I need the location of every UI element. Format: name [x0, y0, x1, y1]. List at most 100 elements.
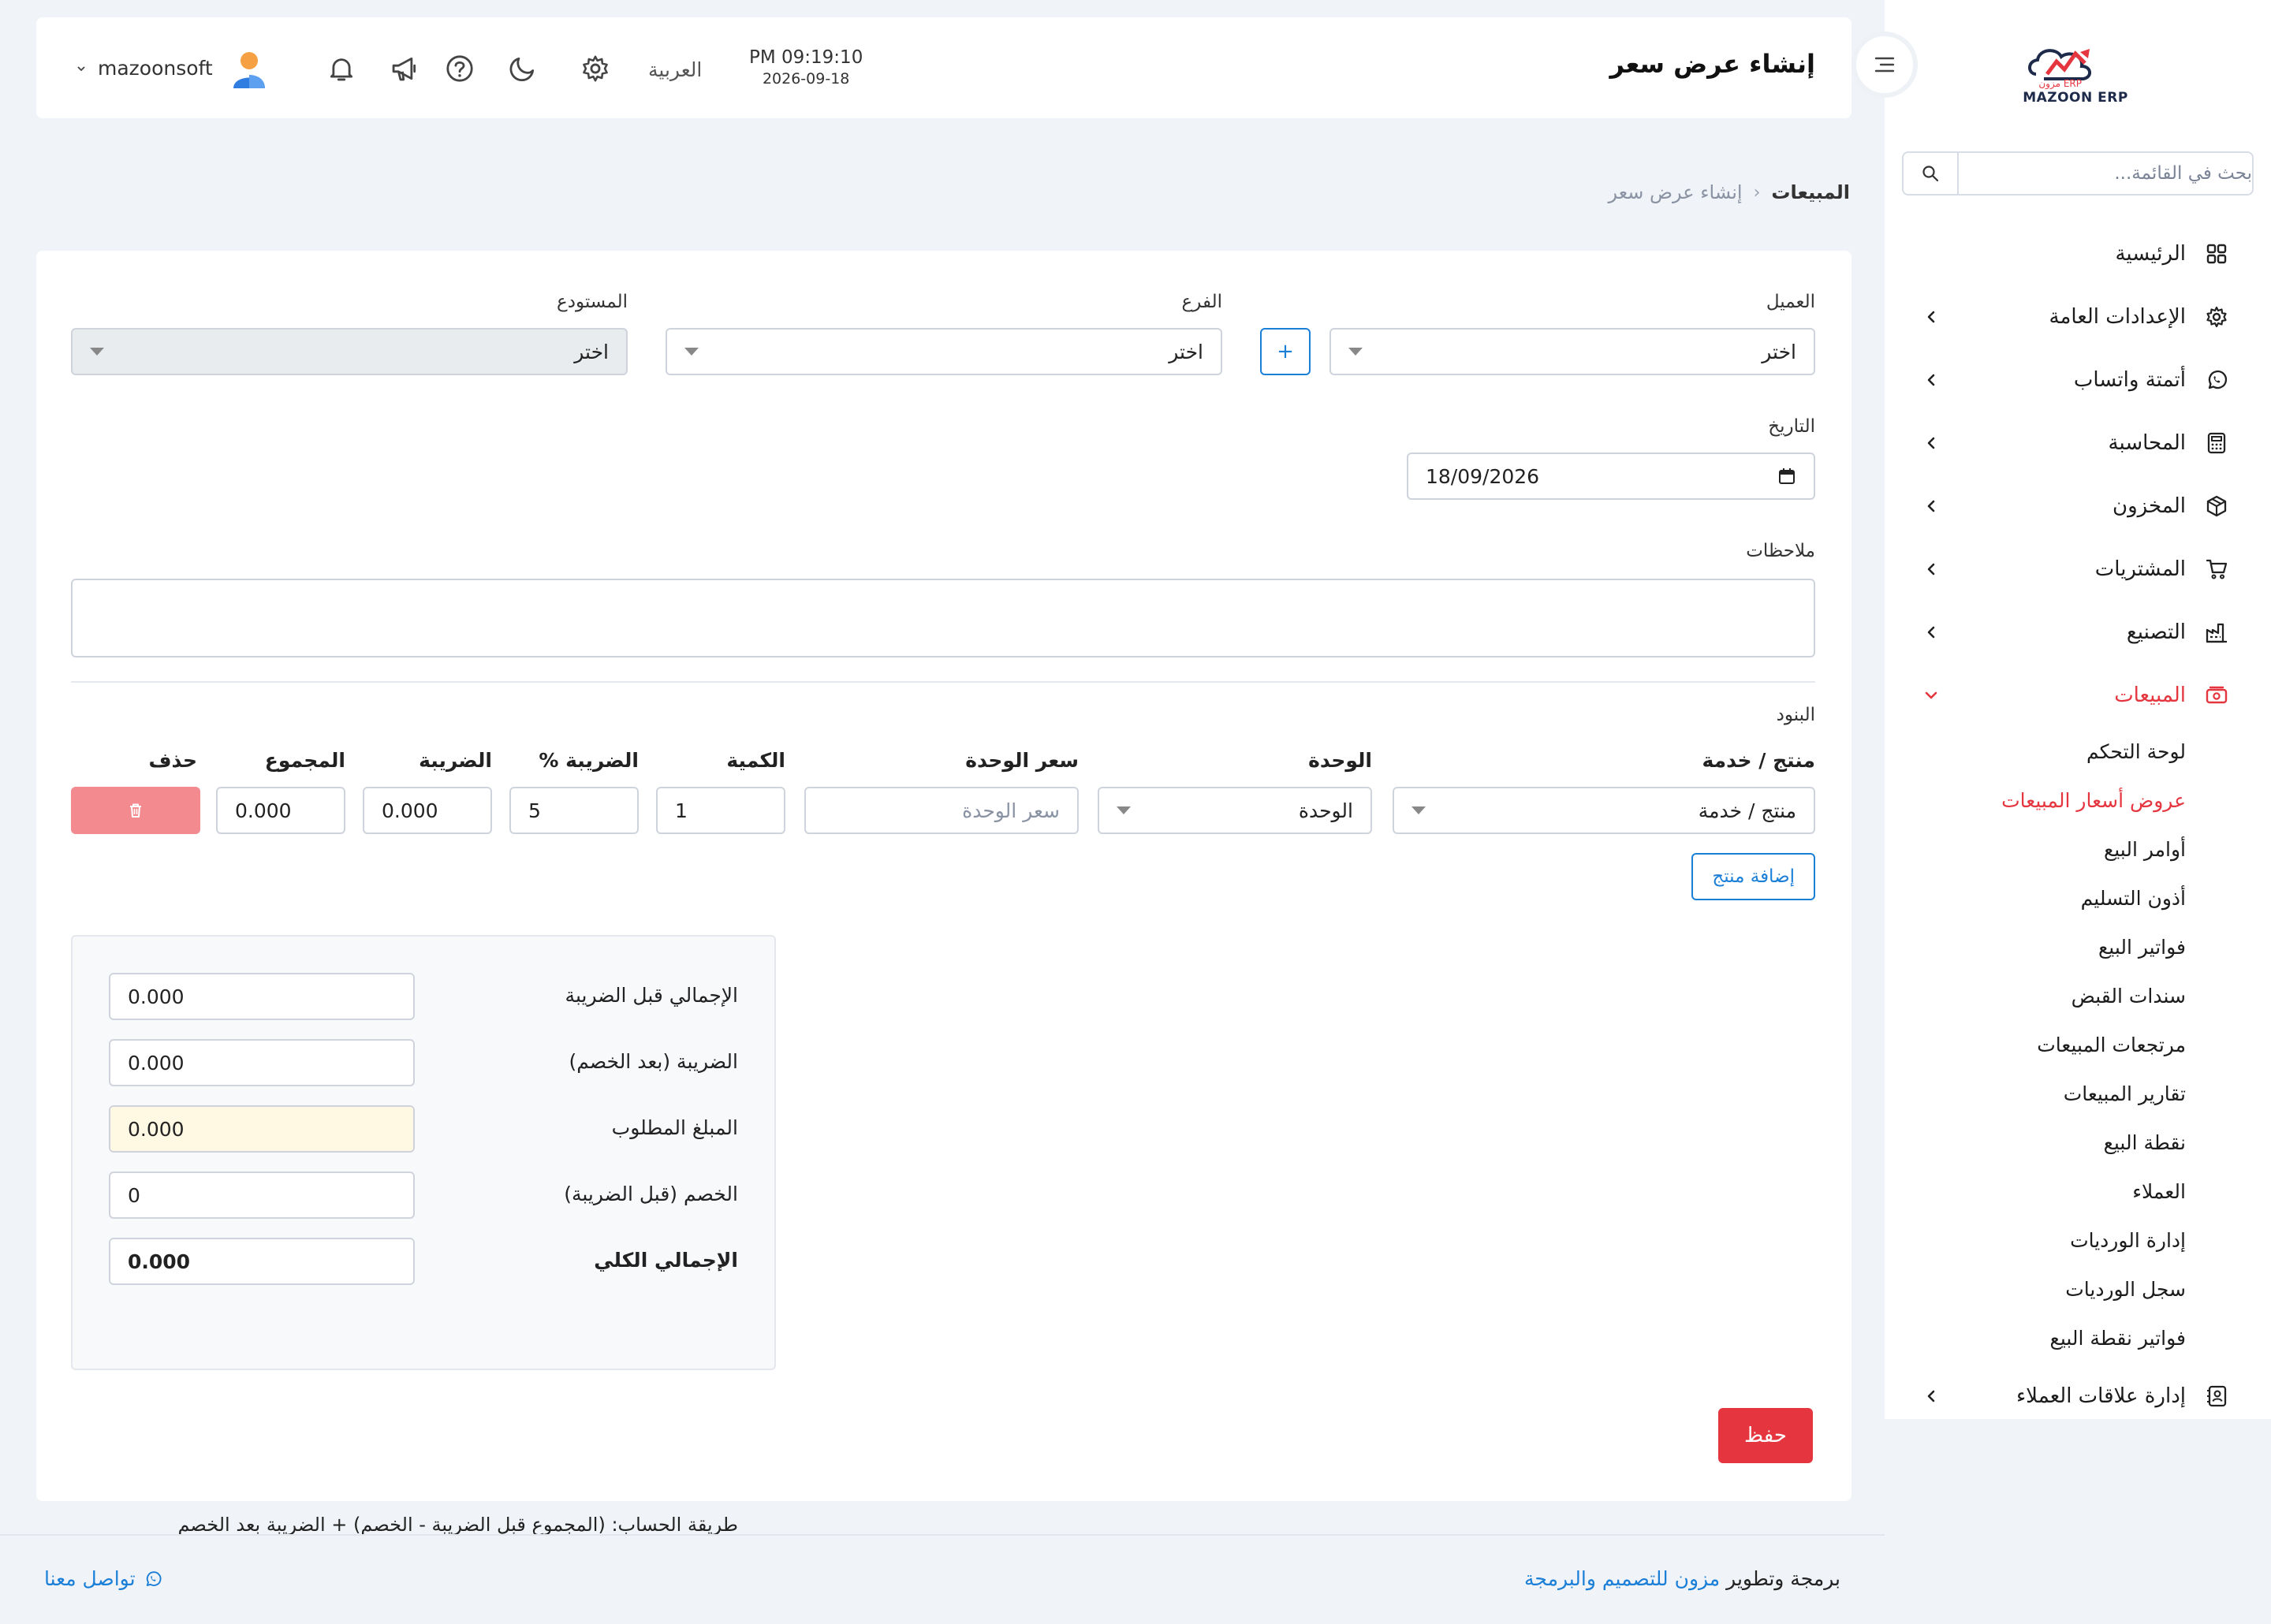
sidebar-subitem-shift-log[interactable]: سجل الورديات: [2065, 1272, 2186, 1306]
caret-down-icon: [1348, 348, 1363, 356]
svg-text:ERP مزون: ERP مزون: [2038, 78, 2082, 90]
sidebar-item-label: التصنيع: [2126, 620, 2186, 644]
add-customer-button[interactable]: +: [1260, 328, 1311, 375]
sidebar-subitem-receipt-vouchers[interactable]: سندات القبض: [2071, 978, 2186, 1013]
user-menu[interactable]: mazoonsoft: [76, 57, 213, 80]
item-tax-percent-input[interactable]: 5: [509, 787, 639, 834]
settings-button[interactable]: [579, 52, 612, 85]
sidebar-subitem-dashboard[interactable]: لوحة التحكم: [2086, 734, 2186, 769]
delete-item-button[interactable]: [71, 787, 200, 834]
sidebar-item-label: الرئيسية: [2115, 242, 2186, 266]
sidebar-subitem-shift-management[interactable]: إدارة الورديات: [2070, 1223, 2186, 1257]
column-header-unit: الوحدة: [1308, 749, 1372, 772]
discount-label: الخصم (قبل الضريبة): [564, 1183, 738, 1205]
contact-us-link[interactable]: تواصل معنا: [44, 1567, 162, 1590]
column-header-tax-percent: الضريبة %: [539, 749, 639, 772]
discount-field[interactable]: 0: [109, 1171, 415, 1219]
sidebar-toggle-button[interactable]: [1851, 32, 1918, 98]
chevron-left-icon: [1919, 368, 1943, 392]
item-total-input[interactable]: 0.000: [216, 787, 345, 834]
sidebar-subitem-pos-invoices[interactable]: فواتير نقطة البيع: [2050, 1320, 2186, 1355]
search-icon: [1922, 166, 1939, 182]
sidebar-item-label: أتمتة واتساب: [2073, 368, 2186, 392]
language-switcher[interactable]: العربية: [648, 58, 702, 81]
sidebar: ERP مزون MAZOON ERP الرئيسية الإعدادات ا…: [1851, 0, 2271, 1419]
branch-select[interactable]: اختر: [666, 328, 1222, 375]
moon-icon: [509, 57, 535, 82]
item-product-select[interactable]: منتج / خدمة: [1393, 787, 1815, 834]
menu-toggle-icon: [1874, 57, 1895, 73]
top-bar: إنشاء عرض سعر PM 09:19:10 2026-09-18 الع…: [36, 17, 1851, 118]
sidebar-item-whatsapp-automation[interactable]: أتمتة واتساب: [1919, 360, 2230, 400]
amount-due-field[interactable]: 0.000: [109, 1105, 415, 1153]
cart-icon: [2203, 556, 2230, 583]
announcements-button[interactable]: [388, 52, 421, 85]
sales-icon: [2203, 682, 2230, 709]
breadcrumb-root[interactable]: المبيعات: [1771, 181, 1850, 203]
sidebar-subitem-delivery-notes[interactable]: أذون التسليم: [2081, 881, 2186, 915]
avatar[interactable]: [230, 49, 268, 90]
warehouse-select[interactable]: اختر: [71, 328, 628, 375]
chevron-left-icon: [1919, 305, 1943, 329]
footer-credit-prefix: برمجة وتطوير: [1726, 1567, 1840, 1590]
item-unit-price-placeholder: سعر الوحدة: [962, 799, 1060, 822]
subtotal-field[interactable]: 0.000: [109, 973, 415, 1020]
sidebar-subitem-sales-returns[interactable]: مرتجعات المبيعات: [2037, 1027, 2186, 1062]
sidebar-item-label: المحاسبة: [2108, 431, 2186, 455]
date-input-value: 18/09/2026: [1426, 464, 1540, 488]
clock-time: PM 09:19:10: [749, 47, 863, 68]
sidebar-subitem-point-of-sale[interactable]: نقطة البيع: [2104, 1125, 2186, 1160]
date-input[interactable]: 18/09/2026: [1407, 453, 1815, 500]
tax-after-discount-label: الضريبة (بعد الخصم): [569, 1050, 738, 1073]
sidebar-item-general-settings[interactable]: الإعدادات العامة: [1919, 297, 2230, 337]
help-button[interactable]: [443, 52, 476, 85]
notes-label: ملاحظات: [1746, 541, 1815, 561]
tax-after-discount-field[interactable]: 0.000: [109, 1039, 415, 1086]
notifications-button[interactable]: [325, 52, 358, 85]
sidebar-item-label: المبيعات: [2114, 683, 2186, 707]
username: mazoonsoft: [98, 57, 213, 80]
dark-mode-toggle[interactable]: [506, 52, 539, 85]
sidebar-item-crm[interactable]: إدارة علاقات العملاء: [1919, 1376, 2230, 1416]
sidebar-subitem-sales-quotations[interactable]: عروض أسعار المبيعات: [2001, 783, 2186, 818]
column-header-total: المجموع: [264, 749, 345, 772]
footer-credit-link[interactable]: مزون للتصميم والبرمجة: [1524, 1567, 1720, 1590]
breadcrumb-separator-icon: ‹: [1753, 182, 1761, 203]
trash-icon: [130, 803, 141, 818]
sidebar-search-input[interactable]: [1959, 153, 2252, 194]
chevron-left-icon: [1919, 557, 1943, 581]
item-tax-input[interactable]: 0.000: [363, 787, 492, 834]
logo-mark-icon: ERP مزون: [2028, 49, 2091, 90]
column-header-tax: الضريبة: [419, 749, 492, 772]
notes-textarea[interactable]: [71, 579, 1815, 657]
sidebar-item-purchases[interactable]: المشتريات: [1919, 549, 2230, 589]
item-quantity-input[interactable]: 1: [656, 787, 785, 834]
customer-select[interactable]: اختر: [1329, 328, 1815, 375]
clock-date: 2026-09-18: [762, 70, 850, 88]
sidebar-search-button[interactable]: [1904, 153, 1959, 194]
item-unit-price-input[interactable]: سعر الوحدة: [804, 787, 1079, 834]
user-avatar-icon: [233, 52, 265, 88]
item-unit-select[interactable]: الوحدة: [1098, 787, 1372, 834]
chevron-left-icon: [1919, 620, 1943, 644]
sidebar-subitem-sales-invoices[interactable]: فواتير البيع: [2098, 929, 2186, 964]
grand-total-field[interactable]: 0.000: [109, 1238, 415, 1285]
sidebar-item-inventory[interactable]: المخزون: [1919, 486, 2230, 526]
add-product-button[interactable]: إضافة منتج: [1691, 853, 1815, 900]
totals-panel: الإجمالي قبل الضريبة 0.000 الضريبة (بعد …: [71, 935, 776, 1536]
sidebar-subitem-customers[interactable]: العملاء: [2132, 1174, 2186, 1209]
save-button[interactable]: حفظ: [1718, 1408, 1813, 1463]
sidebar-subitem-sales-reports[interactable]: تقارير المبيعات: [2064, 1076, 2186, 1111]
calculation-formula: طريقة الحساب: (المجموع قبل الضريبة - الخ…: [177, 1514, 738, 1536]
app-logo[interactable]: ERP مزون MAZOON ERP: [2012, 35, 2139, 106]
contact-us-label: تواصل معنا: [44, 1567, 136, 1590]
calculator-icon: [2203, 430, 2230, 456]
sidebar-subitem-sales-orders[interactable]: أوامر البيع: [2104, 832, 2186, 866]
sidebar-item-accounting[interactable]: المحاسبة: [1919, 423, 2230, 463]
sidebar-item-home[interactable]: الرئيسية: [1919, 234, 2230, 274]
sidebar-item-manufacturing[interactable]: التصنيع: [1919, 613, 2230, 652]
amount-due-label: المبلغ المطلوب: [611, 1116, 738, 1139]
sidebar-item-sales[interactable]: المبيعات: [1919, 676, 2230, 715]
caret-down-icon: [90, 348, 104, 356]
chevron-left-icon: [1919, 431, 1943, 455]
